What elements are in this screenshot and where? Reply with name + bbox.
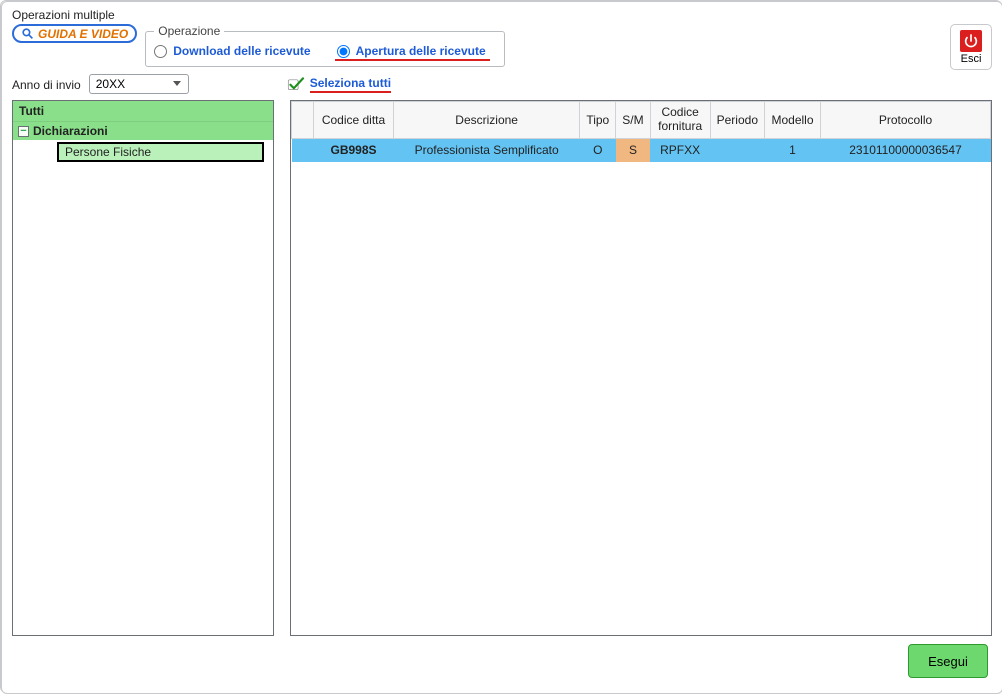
select-all-button[interactable]: Seleziona tutti [287,76,391,93]
cell-sm: S [616,138,650,162]
tree-node-all[interactable]: Tutti [13,101,273,122]
tree-leaf-label: Persone Fisiche [57,142,264,162]
anno-label: Anno di invio [12,76,81,92]
window-title: Operazioni multiple [2,2,1002,24]
anno-select[interactable] [89,74,189,94]
operazione-legend: Operazione [154,24,224,38]
cell-descrizione: Professionista Semplificato [394,138,580,162]
radio-apertura-ricevute[interactable]: Apertura delle ricevute [337,44,486,58]
operazione-group: Operazione Download delle ricevute Apert… [145,24,504,67]
cell-checkbox[interactable] [292,138,314,162]
table-row[interactable]: GB998S Professionista Semplificato O S R… [292,138,991,162]
exit-label: Esci [961,53,982,65]
radio-download-label: Download delle ricevute [173,44,310,58]
header-descrizione[interactable]: Descrizione [394,102,580,139]
execute-button[interactable]: Esegui [908,644,988,678]
cell-protocollo: 23101100000036547 [821,138,991,162]
exit-button[interactable]: Esci [950,24,992,70]
check-icon [287,77,305,91]
header-row: Codice ditta Descrizione Tipo S/M Codice… [292,102,991,139]
header-tipo[interactable]: Tipo [580,102,616,139]
header-sm[interactable]: S/M [616,102,650,139]
footer: Esegui [2,636,1002,688]
header-periodo[interactable]: Periodo [710,102,764,139]
cell-modello: 1 [765,138,821,162]
cell-periodo [710,138,764,162]
data-grid: Codice ditta Descrizione Tipo S/M Codice… [291,101,991,162]
grid-panel: Codice ditta Descrizione Tipo S/M Codice… [290,100,992,636]
header-protocollo[interactable]: Protocollo [821,102,991,139]
radio-download-input[interactable] [154,45,167,58]
tree-leaf-persone-fisiche[interactable]: Persone Fisiche [13,140,273,164]
cell-codice-ditta: GB998S [314,138,394,162]
select-all-label: Seleziona tutti [310,76,391,93]
anno-select-wrap [89,74,189,94]
cell-tipo: O [580,138,616,162]
magnifier-icon [21,27,34,40]
power-icon [960,30,982,52]
radio-download-ricevute[interactable]: Download delle ricevute [154,44,310,58]
tree-node-dichiarazioni-label: Dichiarazioni [33,124,108,138]
header-checkbox[interactable] [292,102,314,139]
highlight-underline [335,59,490,61]
collapse-icon[interactable]: − [18,126,29,137]
cell-codice-fornitura: RPFXX [650,138,710,162]
header-modello[interactable]: Modello [765,102,821,139]
tree-panel: Tutti − Dichiarazioni Persone Fisiche [12,100,274,636]
tree-node-dichiarazioni[interactable]: − Dichiarazioni [13,122,273,140]
filter-row: Anno di invio Seleziona tutti [2,74,1002,100]
radio-apertura-label: Apertura delle ricevute [356,44,486,58]
guide-video-button[interactable]: GUIDA E VIDEO [12,24,137,43]
header-codice-fornitura[interactable]: Codice fornitura [650,102,710,139]
radio-apertura-input[interactable] [337,45,350,58]
body: Tutti − Dichiarazioni Persone Fisiche Co… [2,100,1002,636]
header-codice-ditta[interactable]: Codice ditta [314,102,394,139]
guide-video-label: GUIDA E VIDEO [38,27,128,41]
toolbar: GUIDA E VIDEO Operazione Download delle … [2,24,1002,74]
